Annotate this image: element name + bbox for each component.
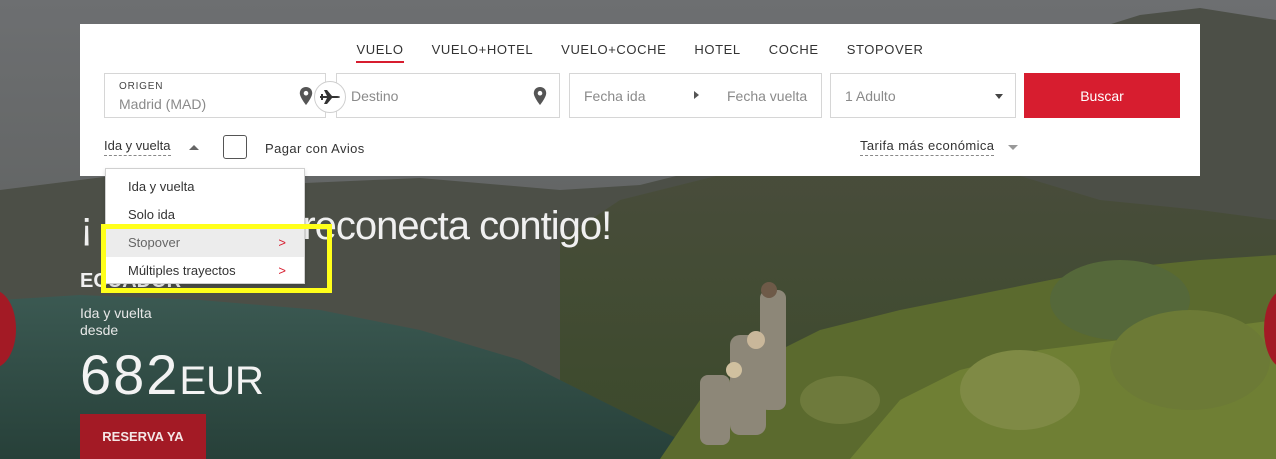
- booking-panel: VUELO VUELO+HOTEL VUELO+COCHE HOTEL COCH…: [80, 24, 1200, 176]
- tab-coche[interactable]: COCHE: [755, 40, 833, 63]
- trip-type-dropdown: Ida y vuelta Solo ida Stopover > Múltipl…: [105, 168, 305, 284]
- chevron-right-icon: >: [278, 235, 286, 250]
- tab-stopover[interactable]: STOPOVER: [833, 40, 938, 63]
- dropdown-item-label: Solo ida: [128, 207, 175, 222]
- passengers-value: 1 Adulto: [845, 88, 896, 104]
- departure-date-placeholder[interactable]: Fecha ida: [584, 88, 645, 104]
- dropdown-item-label: Ida y vuelta: [128, 179, 195, 194]
- dropdown-item-label: Stopover: [128, 235, 181, 250]
- origin-label: ORIGEN: [119, 81, 164, 92]
- return-date-placeholder[interactable]: Fecha vuelta: [727, 88, 807, 104]
- promo-price: 682EUR: [80, 342, 264, 407]
- price-currency: EUR: [179, 359, 264, 403]
- tab-vuelo-hotel[interactable]: VUELO+HOTEL: [418, 40, 548, 63]
- passengers-select[interactable]: 1 Adulto: [830, 73, 1016, 118]
- tab-vuelo[interactable]: VUELO: [342, 40, 417, 63]
- location-pin-icon: [533, 87, 547, 105]
- fare-type-select[interactable]: Tarifa más económica: [860, 138, 995, 156]
- chevron-down-icon: [995, 94, 1003, 99]
- chevron-down-icon[interactable]: [1008, 145, 1018, 150]
- price-amount: 682: [80, 343, 180, 406]
- search-button[interactable]: Buscar: [1024, 73, 1180, 118]
- booking-tabs: VUELO VUELO+HOTEL VUELO+COCHE HOTEL COCH…: [80, 40, 1200, 63]
- pay-with-avios-checkbox[interactable]: [223, 135, 247, 159]
- dropdown-item-one-way[interactable]: Solo ida: [106, 201, 304, 229]
- chevron-right-icon: >: [278, 263, 286, 278]
- dropdown-item-label: Múltiples trayectos: [128, 263, 236, 278]
- plane-swap-icon: [320, 90, 340, 104]
- dropdown-item-multi-city[interactable]: Múltiples trayectos >: [106, 257, 304, 285]
- trip-type-select[interactable]: Ida y vuelta: [104, 138, 171, 156]
- date-arrow-icon: [694, 91, 699, 99]
- reserve-button[interactable]: RESERVA YA: [80, 414, 206, 459]
- pay-with-avios-label[interactable]: Pagar con Avios: [265, 141, 365, 156]
- tab-hotel[interactable]: HOTEL: [680, 40, 754, 63]
- dropdown-item-round-trip[interactable]: Ida y vuelta: [106, 173, 304, 201]
- origin-value: Madrid (MAD): [119, 96, 207, 112]
- promo-trip-info: Ida y vuelta desde: [80, 305, 152, 339]
- dates-field[interactable]: Fecha ida Fecha vuelta: [569, 73, 822, 118]
- tab-vuelo-coche[interactable]: VUELO+COCHE: [547, 40, 680, 63]
- location-pin-icon: [299, 87, 313, 105]
- origin-field[interactable]: ORIGEN Madrid (MAD): [104, 73, 326, 118]
- chevron-up-icon[interactable]: [189, 145, 199, 150]
- destination-field[interactable]: Destino: [336, 73, 560, 118]
- destination-placeholder: Destino: [351, 88, 399, 104]
- dropdown-item-stopover[interactable]: Stopover >: [106, 229, 304, 257]
- swap-origin-destination-button[interactable]: [314, 81, 346, 113]
- promo-from-label: desde: [80, 322, 119, 338]
- promo-headline-start: ¡: [80, 204, 93, 248]
- promo-trip-type: Ida y vuelta: [80, 305, 152, 321]
- promo-headline-end: reconecta contigo!: [302, 204, 612, 248]
